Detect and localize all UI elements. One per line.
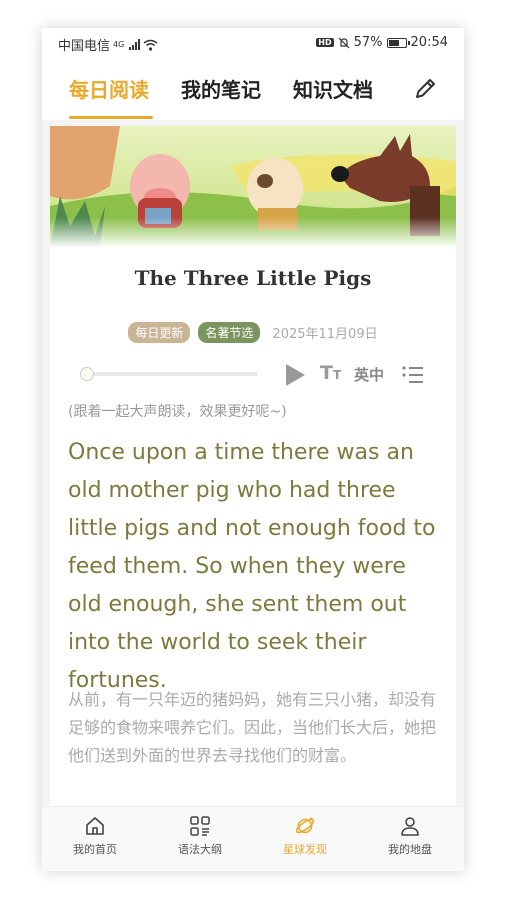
article-meta: 每日更新 名著节选 2025年11月09日 [50,322,456,343]
nav-item-profile[interactable]: 我的地盘 [360,815,460,857]
article-date: 2025年11月09日 [272,327,378,342]
read-aloud-hint: (跟着一起大声朗读，效果更好呢~) [68,404,287,420]
tab-knowledge-docs[interactable]: 知识文档 [293,74,373,103]
clock-time: 20:54 [410,35,448,50]
signal-icon [129,39,141,50]
nav-item-discover[interactable]: 星球发现 [255,815,355,857]
article-title: The Three Little Pigs [134,266,372,290]
list-icon[interactable] [401,364,425,386]
wifi-icon [143,39,158,51]
nav-label-home: 我的首页 [73,843,117,856]
audio-player: TT 英中 [76,362,436,388]
chinese-paragraph: 从前，有一只年迈的猪妈妈，她有三只小猪，却没有足够的食物来喂养它们。因此，当他们… [68,690,437,765]
font-size-label-small: T [332,368,342,382]
battery-percent: 57% [353,35,383,50]
planet-icon [295,817,315,834]
top-tabs: 每日阅读 我的笔记 知识文档 [42,58,464,120]
grid-icon [190,816,210,836]
carrier-name: 中国电信 [58,39,111,54]
network-type: 4G [113,40,125,49]
nav-label-discover: 星球发现 [283,843,327,856]
bottom-navigation: 我的首页 语法大纲 星球发现 我的地盘 [42,806,464,871]
language-toggle[interactable]: 英中 [354,364,384,385]
status-left: 中国电信 4G [58,35,158,54]
nav-item-grammar[interactable]: 语法大纲 [150,815,250,857]
story-illustration [50,126,456,248]
battery-icon [386,37,410,48]
font-size-icon[interactable]: TT [320,362,341,384]
phone-screen: 中国电信 4G HD 57% 20:54 每日阅读 我的笔记 知识文档 The … [42,28,464,871]
play-icon[interactable] [286,364,305,386]
status-bar: 中国电信 4G HD 57% 20:54 [42,28,464,58]
pencil-icon[interactable] [412,76,438,102]
person-icon [401,817,419,836]
classic-excerpt-badge: 名著节选 [198,322,261,343]
nav-label-grammar: 语法大纲 [178,843,222,856]
home-icon [86,817,104,835]
progress-knob[interactable] [80,367,94,381]
active-tab-indicator [69,116,153,119]
daily-update-badge: 每日更新 [128,322,191,343]
font-size-label: T [320,362,333,384]
tab-my-notes[interactable]: 我的笔记 [181,74,261,103]
hd-icon: HD [316,38,334,47]
status-right: HD 57% 20:54 [316,35,448,50]
progress-track[interactable] [88,372,258,376]
article-card: The Three Little Pigs 每日更新 名著节选 2025年11月… [50,126,456,826]
tab-daily-reading[interactable]: 每日阅读 [69,74,149,103]
english-paragraph: Once upon a time there was an old mother… [68,440,436,693]
nav-item-home[interactable]: 我的首页 [45,815,145,857]
mute-bell-icon [338,37,350,48]
nav-label-profile: 我的地盘 [388,843,432,856]
